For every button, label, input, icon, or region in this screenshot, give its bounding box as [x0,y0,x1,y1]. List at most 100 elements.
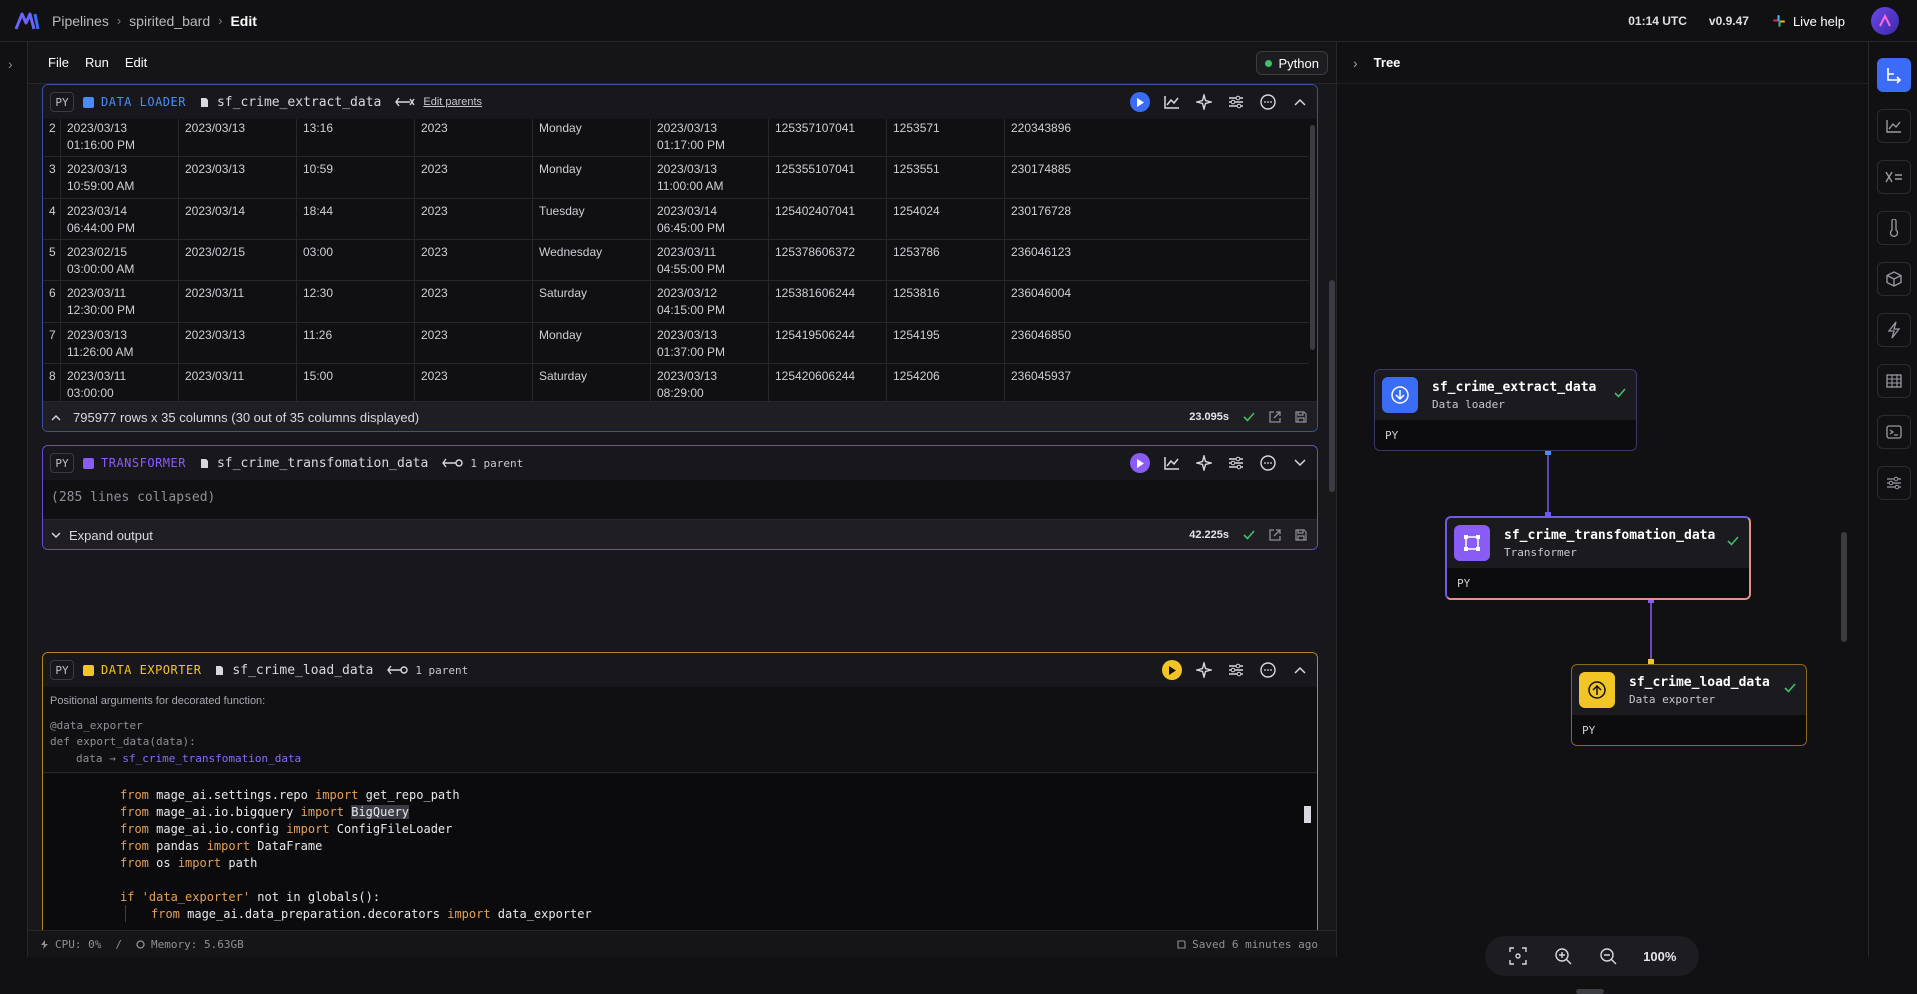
open-external-icon[interactable] [1267,527,1283,543]
code-editor[interactable]: from mage_ai.settings.repo import get_re… [43,774,1317,930]
chart-icon[interactable] [1161,91,1183,113]
arg-name: data [76,752,103,765]
file-icon [200,458,208,468]
save-output-icon[interactable] [1293,409,1309,425]
panel-resize-handle[interactable] [1329,280,1335,490]
save-output-icon[interactable] [1293,527,1309,543]
zoom-in-icon[interactable] [1553,946,1573,966]
graph-node-data-exporter[interactable]: sf_crime_load_data Data exporter PY [1571,664,1807,746]
tree-view-button[interactable] [1877,58,1911,92]
collapse-panel-chevron-icon[interactable]: › [1353,55,1358,71]
table-cell: 125355107041 [769,157,887,200]
tree-panel: › Tree sf_crime_extract_data Data loader [1336,42,1869,994]
utc-clock: 01:14 UTC [1628,14,1687,28]
ai-sparkle-icon[interactable] [1193,91,1215,113]
block-name[interactable]: sf_crime_extract_data [217,95,381,110]
dependency-graph-canvas[interactable]: sf_crime_extract_data Data loader PY sf_… [1337,84,1869,994]
live-help-label: Live help [1792,13,1845,29]
avatar-icon [1879,14,1891,27]
table-cell: Tuesday [533,198,651,241]
row-index: 5 [43,239,61,282]
run-block-button[interactable] [1129,91,1151,113]
blocks-button[interactable] [1877,262,1911,296]
expand-sidebar-chevron-icon[interactable]: › [8,56,13,72]
breadcrumb-pipeline-name[interactable]: spirited_bard [129,13,210,29]
parents-count[interactable]: 1 parent [470,457,523,470]
code-line: if 'data_exporter' not in globals(): [120,890,380,904]
terminal-button[interactable] [1877,415,1911,449]
data-table-button[interactable] [1877,364,1911,398]
settings-sliders-icon[interactable] [1225,659,1247,681]
cube-icon [1886,271,1902,287]
table-cell: 18:44 [297,198,415,241]
table-icon [1886,374,1902,388]
menu-run[interactable]: Run [85,55,109,70]
user-avatar[interactable] [1871,7,1899,35]
collapsed-code-notice[interactable]: (285 lines collapsed) [51,490,215,505]
chevron-up-icon[interactable] [51,414,61,421]
chart-icon[interactable] [1161,452,1183,474]
node-subtitle: Data loader [1432,397,1505,411]
menu-file[interactable]: File [48,55,69,70]
zoom-level[interactable]: 100% [1643,949,1676,964]
live-help-link[interactable]: Live help [1772,13,1845,29]
kernel-status-dot [1264,59,1272,67]
success-check-icon [1614,388,1626,398]
parents-arrow-icon [442,458,464,468]
table-cell: 15:00 [297,363,415,406]
output-data-table[interactable]: 2 2023/03/13 01:16:00 PM 2023/03/13 13:16 20… [43,119,1309,431]
open-external-icon[interactable] [1267,409,1283,425]
edit-parents-link[interactable]: Edit parents [423,96,482,108]
run-block-button[interactable] [1129,452,1151,474]
parents-count[interactable]: 1 parent [415,664,468,677]
menu-edit[interactable]: Edit [125,55,147,70]
variables-button[interactable] [1877,160,1911,194]
breadcrumb-chevron-icon: › [218,13,223,28]
more-options-icon[interactable] [1257,659,1279,681]
fit-view-icon[interactable] [1508,946,1528,966]
zoom-out-icon[interactable] [1598,946,1618,966]
terminal-icon [1886,425,1902,439]
table-cell: 125419506244 [769,322,887,365]
tree-horizontal-scrollbar[interactable] [1576,989,1604,994]
more-options-icon[interactable] [1257,452,1279,474]
settings-sliders-icon[interactable] [1225,452,1247,474]
expand-chevron-down-icon[interactable] [1289,452,1311,474]
settings-button[interactable] [1877,466,1911,500]
blocks-container: PY DATA LOADER sf_crime_extract_data Edi… [28,84,1336,930]
success-check-icon [1727,536,1739,546]
mage-logo-icon[interactable] [14,11,40,31]
code-line: from mage_ai.settings.repo import get_re… [120,788,460,802]
more-options-icon[interactable] [1257,91,1279,113]
editor-scrollbar[interactable] [1304,806,1311,823]
run-block-button[interactable] [1161,659,1183,681]
table-vertical-scrollbar[interactable] [1310,125,1315,350]
code-token: path [228,856,258,870]
tree-header: › Tree [1337,42,1869,84]
expand-output-button[interactable]: Expand output [69,528,153,543]
collapse-chevron-up-icon[interactable] [1289,91,1311,113]
top-header: Pipelines › spirited_bard › Edit 01:14 U… [0,0,1917,42]
success-check-icon [1784,683,1796,693]
ai-sparkle-icon[interactable] [1193,452,1215,474]
breadcrumb-pipelines[interactable]: Pipelines [52,13,109,29]
block-name[interactable]: sf_crime_transfomation_data [217,456,428,471]
graph-node-data-loader[interactable]: sf_crime_extract_data Data loader PY [1374,369,1637,451]
code-token: from [120,822,149,836]
ai-sparkle-icon[interactable] [1193,659,1215,681]
environment-button[interactable] [1877,211,1911,245]
table-cell: 1253786 [887,239,1005,282]
code-token: from [120,856,149,870]
block-type-color-icon [83,664,94,676]
block-name[interactable]: sf_crime_load_data [232,663,373,678]
collapse-chevron-up-icon[interactable] [1289,659,1311,681]
kernel-status-badge[interactable]: Python [1255,51,1328,75]
tree-vertical-scrollbar[interactable] [1841,532,1847,642]
triggers-button[interactable] [1877,313,1911,347]
chevron-down-icon[interactable] [51,532,61,539]
arg-source-link[interactable]: sf_crime_transfomation_data [122,752,301,765]
settings-sliders-icon[interactable] [1225,91,1247,113]
charts-button[interactable] [1877,109,1911,143]
graph-node-transformer[interactable]: sf_crime_transfomation_data Transformer … [1445,516,1751,600]
